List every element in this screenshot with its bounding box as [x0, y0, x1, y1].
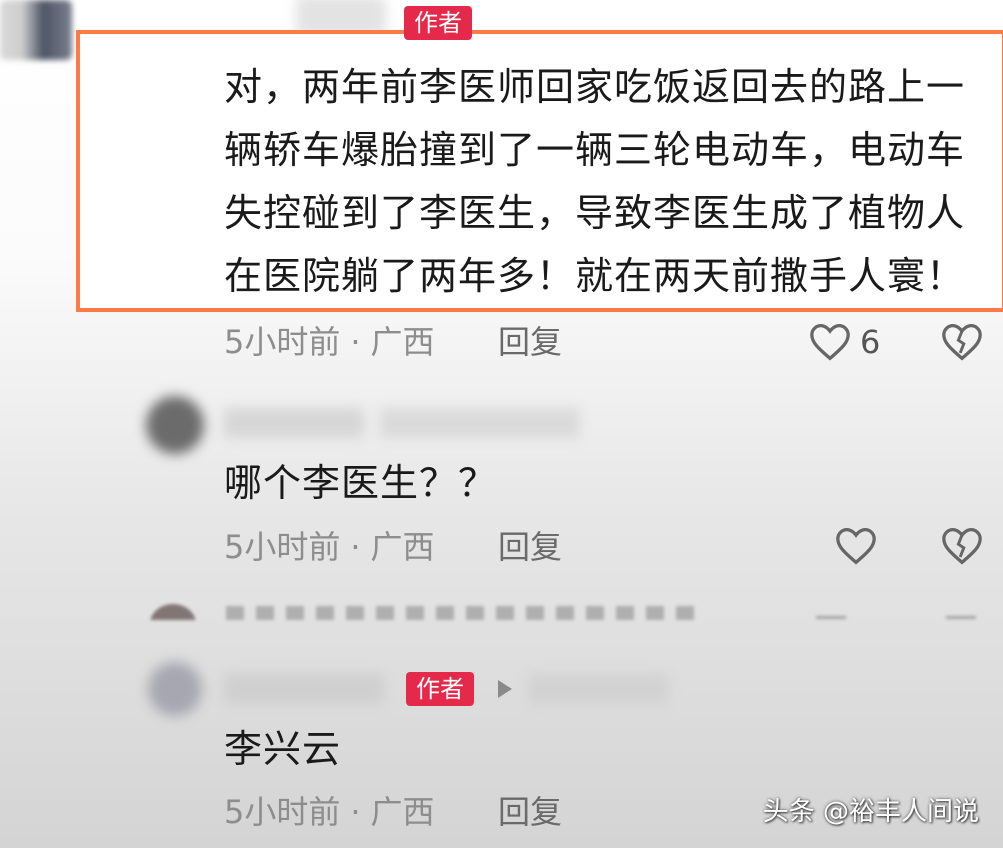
- comment-line: 失控碰到了李医生，导致李医生成了植物人: [224, 191, 966, 235]
- separator-dot: ·: [350, 793, 361, 831]
- comment-meta: 5小时前 · 广西: [224, 792, 435, 832]
- like-count: 6: [860, 323, 881, 361]
- comment-time: 5小时前: [224, 528, 341, 566]
- comment-text: 对，两年前李医师回家吃饭返回去的路上一 辆轿车爆胎撞到了一辆三轮电动车，电动车 …: [224, 56, 965, 308]
- separator-dot: ·: [350, 323, 361, 361]
- username-blurred[interactable]: [224, 408, 364, 438]
- comment-text: 李兴云: [224, 727, 342, 771]
- avatar[interactable]: [148, 662, 202, 716]
- comment-line: 在医院躺了两年多！就在两天前撒手人寰！: [224, 254, 966, 298]
- broken-heart-icon[interactable]: [940, 322, 984, 362]
- comment-time: 5小时前: [224, 323, 341, 361]
- reply-target-blurred: [528, 674, 668, 704]
- reply-button[interactable]: 回复: [498, 792, 562, 832]
- comment-location: 广西: [370, 528, 435, 566]
- comment-time: 5小时前: [224, 793, 341, 831]
- separator-dot: ·: [350, 528, 361, 566]
- username-blurred[interactable]: [224, 674, 384, 704]
- reply-arrow-icon: [498, 680, 512, 698]
- avatar[interactable]: [0, 0, 72, 60]
- collapsed-comment-strip: [150, 600, 990, 620]
- comment-text: 哪个李医生？？: [224, 461, 498, 505]
- comment-location: 广西: [370, 793, 435, 831]
- comment-meta: 5小时前 · 广西: [224, 322, 435, 362]
- comment-location: 广西: [370, 323, 435, 361]
- watermark: 头条 @裕丰人间说: [762, 797, 979, 827]
- reply-button[interactable]: 回复: [498, 322, 562, 362]
- comment-line: 辆轿车爆胎撞到了一辆三轮电动车，电动车: [224, 128, 966, 172]
- heart-outline-icon[interactable]: [808, 322, 852, 362]
- avatar[interactable]: [146, 396, 204, 454]
- broken-heart-icon[interactable]: [940, 526, 984, 566]
- reply-target-blurred: [380, 408, 580, 438]
- reply-button[interactable]: 回复: [498, 527, 562, 567]
- heart-outline-icon[interactable]: [834, 526, 878, 566]
- comment-line: 对，两年前李医师回家吃饭返回去的路上一: [224, 65, 966, 109]
- author-badge: 作者: [404, 6, 472, 40]
- author-badge: 作者: [406, 672, 474, 706]
- comment-meta: 5小时前 · 广西: [224, 527, 435, 567]
